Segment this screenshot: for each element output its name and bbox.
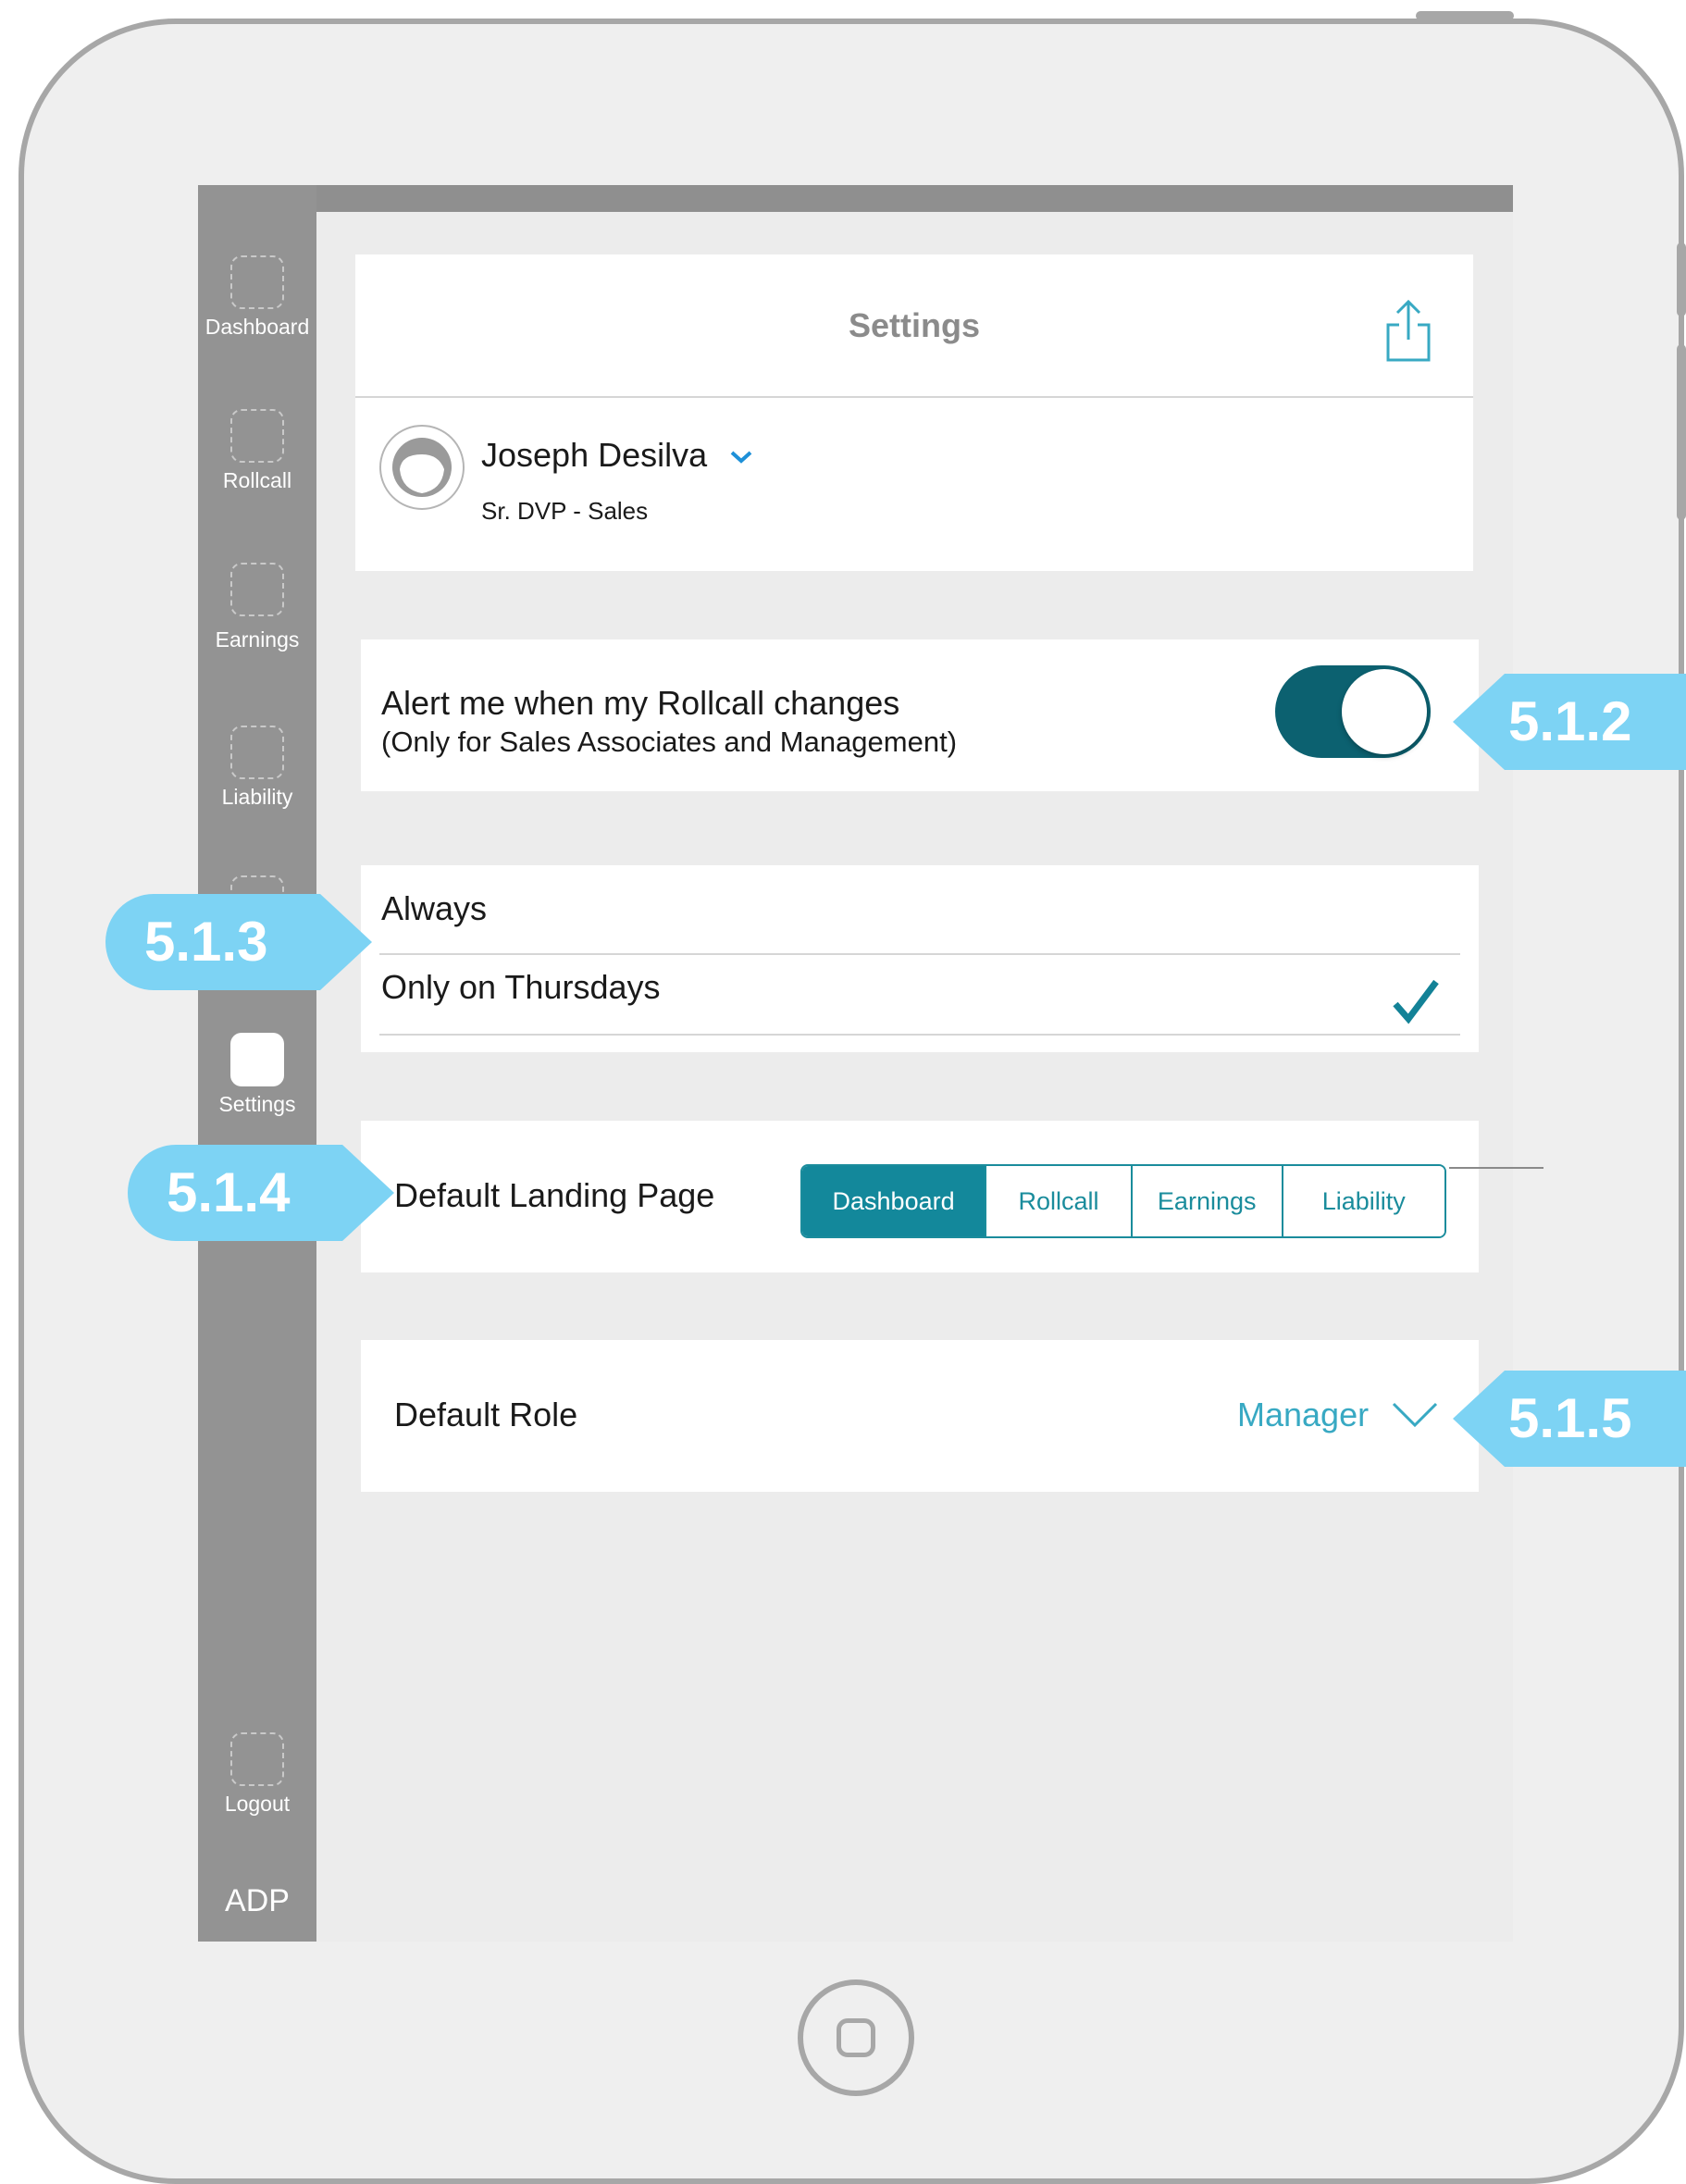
frequency-option-thursdays[interactable]: Only on Thursdays: [361, 955, 1479, 1035]
annotation-line: [1449, 1167, 1543, 1169]
sidebar-item-label: Earnings: [215, 627, 300, 651]
segment-rollcall[interactable]: Rollcall: [985, 1166, 1131, 1236]
page-title: Settings: [848, 306, 980, 344]
header-divider: [355, 396, 1473, 398]
segment-liability[interactable]: Liability: [1281, 1166, 1444, 1236]
home-button[interactable]: [798, 1979, 914, 2096]
sidebar-item-liability[interactable]: Liability: [198, 726, 316, 810]
settings-content: Settings Joseph Desilva Sr. DVP - Sales …: [316, 212, 1543, 1942]
sidebar-item-logout[interactable]: Logout: [198, 1732, 316, 1817]
option-label: Always: [381, 889, 488, 927]
liability-icon: [230, 726, 284, 779]
volume-button-down: [1677, 344, 1686, 520]
profile-card: Settings Joseph Desilva Sr. DVP - Sales: [355, 254, 1473, 571]
share-icon[interactable]: [1382, 299, 1434, 364]
sidebar: Dashboard Rollcall Earnings Liability Se…: [198, 185, 316, 1942]
sidebar-item-extra[interactable]: [198, 875, 316, 896]
alert-label: Alert me when my Rollcall changes: [381, 684, 900, 722]
role-label: Default Role: [394, 1396, 578, 1433]
volume-button-up: [1677, 242, 1686, 316]
sidebar-item-label: Liability: [221, 785, 293, 809]
sidebar-item-label: Logout: [224, 1792, 291, 1816]
alert-card: Alert me when my Rollcall changes (Only …: [361, 639, 1479, 791]
frequency-option-always[interactable]: Always: [361, 865, 1479, 954]
callout-5-1-3: 5.1.3: [105, 894, 372, 990]
segment-earnings[interactable]: Earnings: [1130, 1166, 1282, 1236]
list-divider: [379, 1034, 1460, 1036]
sidebar-item-label: Settings: [218, 1092, 296, 1116]
sidebar-item-dashboard[interactable]: Dashboard: [198, 255, 316, 340]
user-name: Joseph Desilva: [481, 436, 708, 474]
callout-5-1-4: 5.1.4: [128, 1145, 394, 1241]
user-job-title: Sr. DVP - Sales: [481, 497, 649, 525]
avatar-icon: [392, 438, 452, 497]
segment-dashboard[interactable]: Dashboard: [802, 1166, 986, 1236]
rollcall-icon: [230, 409, 284, 463]
home-button-icon: [837, 2018, 875, 2057]
sidebar-item-label: Rollcall: [222, 468, 292, 492]
checkmark-icon: [1393, 979, 1439, 1024]
earnings-icon: [230, 563, 284, 616]
chevron-down-icon[interactable]: [727, 445, 755, 467]
role-card: Default Role Manager: [361, 1340, 1479, 1492]
sidebar-item-label: Dashboard: [205, 315, 310, 339]
toggle-knob: [1342, 669, 1427, 754]
power-button: [1416, 11, 1514, 20]
option-label: Only on Thursdays: [381, 968, 661, 1006]
brand-logo: ADP: [225, 1883, 290, 1918]
alert-toggle[interactable]: [1275, 665, 1431, 758]
placeholder-icon: [230, 875, 284, 896]
sidebar-item-earnings[interactable]: Earnings: [198, 563, 316, 652]
sidebar-item-rollcall[interactable]: Rollcall: [198, 409, 316, 493]
logout-icon: [230, 1732, 284, 1786]
avatar[interactable]: [379, 425, 465, 510]
frequency-card: Always Only on Thursdays: [361, 865, 1479, 1052]
alert-note: (Only for Sales Associates and Managemen…: [381, 726, 958, 758]
role-dropdown[interactable]: Manager: [1237, 1396, 1369, 1434]
landing-segmented-control: Dashboard Rollcall Earnings Liability: [800, 1164, 1446, 1238]
landing-card: Default Landing Page Dashboard Rollcall …: [361, 1121, 1479, 1272]
chevron-down-icon[interactable]: [1391, 1399, 1439, 1431]
sidebar-item-settings[interactable]: Settings: [198, 1033, 316, 1117]
landing-label: Default Landing Page: [394, 1176, 715, 1214]
settings-icon: [230, 1033, 284, 1086]
dashboard-icon: [230, 255, 284, 309]
